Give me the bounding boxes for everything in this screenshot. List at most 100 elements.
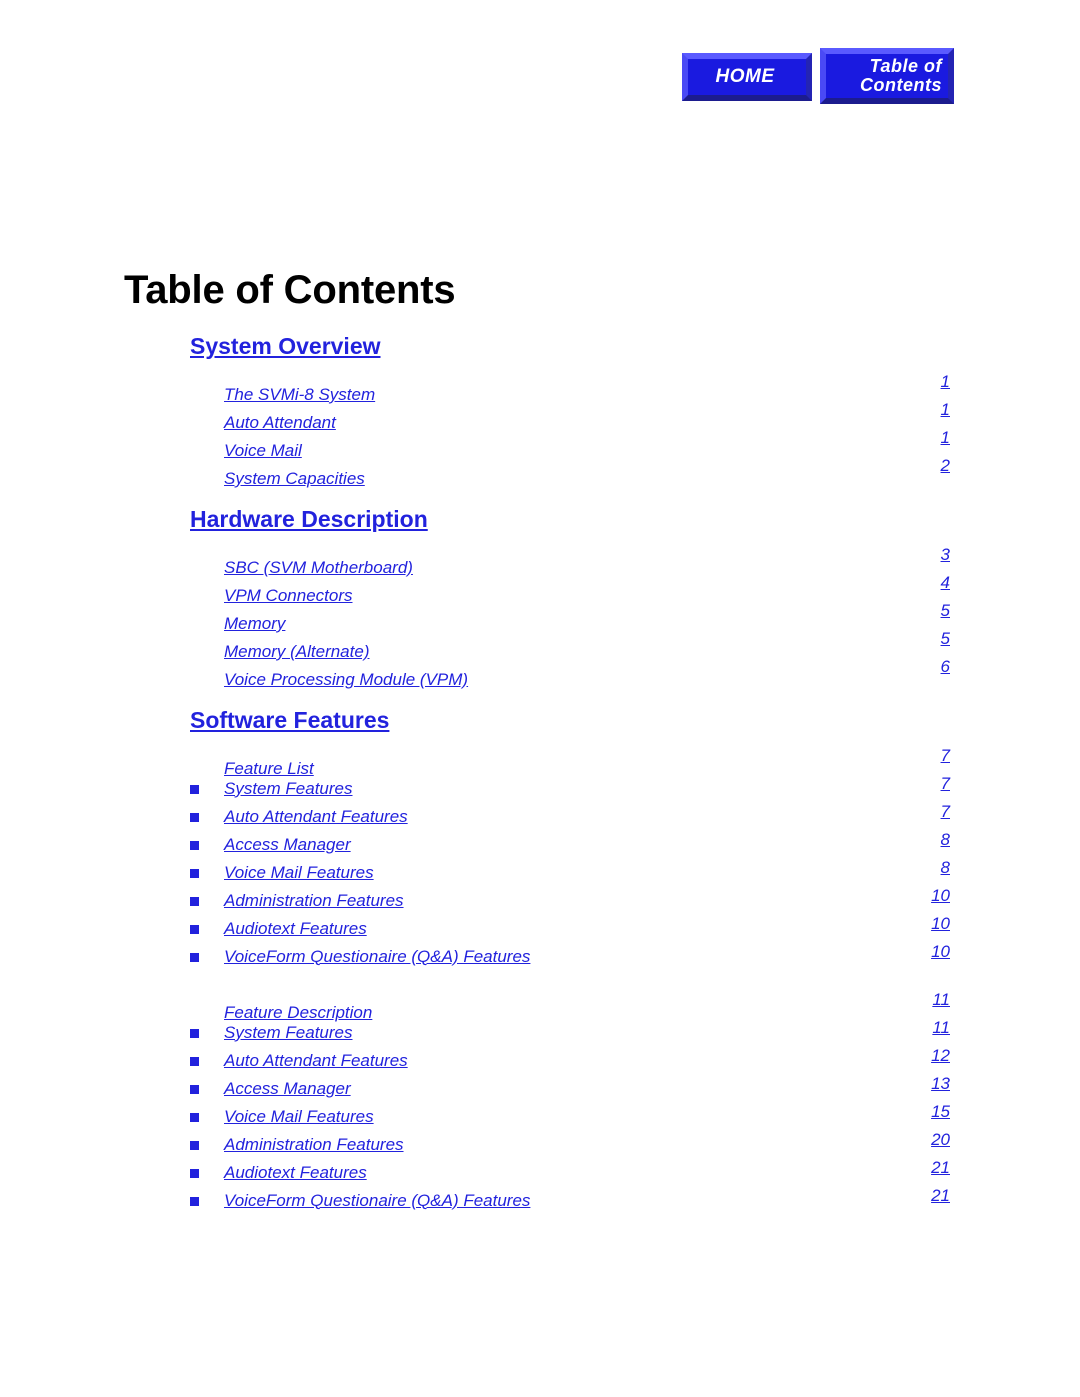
toc-page-number-cell: 7 bbox=[880, 802, 950, 822]
toc-entry-link[interactable]: Audiotext Features bbox=[224, 919, 367, 938]
toc-bullet-cell bbox=[190, 456, 224, 484]
toc-entry-row: Feature List 7 bbox=[190, 746, 950, 778]
toc-entry-link[interactable]: Administration Features bbox=[224, 891, 404, 910]
toc-page-number[interactable]: 12 bbox=[931, 1046, 950, 1065]
top-navigation-bar: HOME Table of Contents bbox=[682, 48, 962, 108]
square-bullet-icon bbox=[190, 1084, 199, 1094]
toc-page-number-cell: 10 bbox=[880, 886, 950, 906]
square-bullet-icon bbox=[190, 840, 199, 850]
toc-page-number[interactable]: 21 bbox=[931, 1186, 950, 1205]
toc-entry-row: Auto Attendant Features 12 bbox=[190, 1046, 950, 1074]
toc-entry-row: VoiceForm Questionaire (Q&A) Features 10 bbox=[190, 942, 950, 970]
toc-page-number-cell: 1 bbox=[880, 372, 950, 392]
toc-section-heading[interactable]: Hardware Description bbox=[190, 506, 428, 533]
toc-entry-label-cell: Voice Mail Features bbox=[224, 863, 950, 883]
table-of-contents-button[interactable]: Table of Contents bbox=[820, 48, 954, 104]
toc-entry-label-cell: System Capacities bbox=[224, 469, 950, 489]
toc-page-number[interactable]: 5 bbox=[941, 629, 950, 648]
toc-page-number[interactable]: 10 bbox=[931, 942, 950, 961]
toc-entry-link[interactable]: Audiotext Features bbox=[224, 1163, 367, 1182]
toc-page-number[interactable]: 11 bbox=[932, 1018, 950, 1037]
toc-entry-link[interactable]: Voice Mail Features bbox=[224, 1107, 374, 1126]
toc-entry-link[interactable]: Auto Attendant Features bbox=[224, 1051, 408, 1070]
toc-page-number[interactable]: 7 bbox=[941, 802, 950, 821]
toc-bullet-cell bbox=[190, 830, 224, 858]
toc-page-number[interactable]: 5 bbox=[941, 601, 950, 620]
toc-page-number[interactable]: 11 bbox=[932, 990, 950, 1009]
toc-entry-label-cell: System Features bbox=[224, 1023, 950, 1043]
toc-entry-link[interactable]: System Features bbox=[224, 779, 353, 798]
toc-page-number-cell: 13 bbox=[880, 1074, 950, 1094]
toc-page-number[interactable]: 7 bbox=[941, 774, 950, 793]
toc-page-number[interactable]: 1 bbox=[941, 400, 950, 419]
toc-button-label-line1: Table of bbox=[869, 55, 942, 76]
toc-page-number-cell: 4 bbox=[880, 573, 950, 593]
toc-page-number[interactable]: 10 bbox=[931, 914, 950, 933]
toc-entry-row: Administration Features 10 bbox=[190, 886, 950, 914]
home-button[interactable]: HOME bbox=[682, 53, 812, 101]
toc-page-number[interactable]: 10 bbox=[931, 886, 950, 905]
toc-entry-link[interactable]: Auto Attendant Features bbox=[224, 807, 408, 826]
toc-entry-link[interactable]: VoiceForm Questionaire (Q&A) Features bbox=[224, 1191, 530, 1210]
toc-entry-link[interactable]: Access Manager bbox=[224, 835, 351, 854]
toc-entry-link[interactable]: Voice Mail Features bbox=[224, 863, 374, 882]
toc-section-heading[interactable]: Software Features bbox=[190, 707, 389, 734]
toc-bullet-cell bbox=[190, 1102, 224, 1130]
toc-entry-link[interactable]: VoiceForm Questionaire (Q&A) Features bbox=[224, 947, 530, 966]
toc-entry-label-cell: Auto Attendant Features bbox=[224, 807, 950, 827]
toc-page-number-cell: 15 bbox=[880, 1102, 950, 1122]
toc-bullet-cell bbox=[190, 1018, 224, 1046]
toc-page-number[interactable]: 2 bbox=[941, 456, 950, 475]
toc-entry-row: Auto Attendant Features 7 bbox=[190, 802, 950, 830]
toc-bullet-cell bbox=[190, 400, 224, 428]
toc-page-number[interactable]: 20 bbox=[931, 1130, 950, 1149]
toc-entry-label-cell: System Features bbox=[224, 779, 950, 799]
toc-page-number-cell: 8 bbox=[880, 830, 950, 850]
toc-entry-row: Audiotext Features 21 bbox=[190, 1158, 950, 1186]
toc-page-number-cell: 21 bbox=[880, 1186, 950, 1206]
toc-page-number[interactable]: 15 bbox=[931, 1102, 950, 1121]
toc-entry-row: System Features 11 bbox=[190, 1018, 950, 1046]
toc-page-number[interactable]: 1 bbox=[941, 372, 950, 391]
toc-entry-link[interactable]: System Capacities bbox=[224, 469, 365, 488]
toc-entry-row: The SVMi-8 System 1 bbox=[190, 372, 950, 404]
toc-entry-row: Voice Mail 1 bbox=[190, 428, 950, 460]
toc-page-number[interactable]: 1 bbox=[941, 428, 950, 447]
toc-entry-row: System Features 7 bbox=[190, 774, 950, 802]
toc-bullet-cell bbox=[190, 886, 224, 914]
toc-page-number[interactable]: 6 bbox=[941, 657, 950, 676]
toc-bullet-cell bbox=[190, 372, 224, 400]
toc-bullet-cell bbox=[190, 657, 224, 685]
toc-section-heading[interactable]: System Overview bbox=[190, 333, 381, 360]
toc-entry-link[interactable]: Access Manager bbox=[224, 1079, 351, 1098]
toc-entry-link[interactable]: Voice Processing Module (VPM) bbox=[224, 670, 468, 689]
toc-bullet-cell bbox=[190, 545, 224, 573]
toc-entry-label-cell: Voice Processing Module (VPM) bbox=[224, 670, 950, 690]
toc-entry-link[interactable]: Administration Features bbox=[224, 1135, 404, 1154]
square-bullet-icon bbox=[190, 896, 199, 906]
toc-bullet-cell bbox=[190, 746, 224, 774]
toc-entry-row: Voice Mail Features 8 bbox=[190, 858, 950, 886]
toc-page-number[interactable]: 8 bbox=[941, 830, 950, 849]
toc-page-number[interactable]: 7 bbox=[941, 746, 950, 765]
toc-page-number[interactable]: 13 bbox=[931, 1074, 950, 1093]
toc-page-number-cell: 21 bbox=[880, 1158, 950, 1178]
toc-page-number-cell: 7 bbox=[880, 774, 950, 794]
square-bullet-icon bbox=[190, 1196, 199, 1206]
toc-page-number[interactable]: 21 bbox=[931, 1158, 950, 1177]
toc-page-number[interactable]: 3 bbox=[941, 545, 950, 564]
toc-page-number[interactable]: 4 bbox=[941, 573, 950, 592]
toc-entry-label-cell: Administration Features bbox=[224, 891, 950, 911]
toc-section: System Overview The SVMi-8 System 1 Auto At… bbox=[190, 333, 950, 488]
toc-page-number-cell: 12 bbox=[880, 1046, 950, 1066]
toc-page-number-cell: 11 bbox=[880, 990, 950, 1010]
toc-page-number[interactable]: 8 bbox=[941, 858, 950, 877]
toc-entry-row: VPM Connectors 4 bbox=[190, 573, 950, 605]
page-title: Table of Contents bbox=[124, 267, 456, 312]
toc-entry-label-cell: VoiceForm Questionaire (Q&A) Features bbox=[224, 947, 950, 967]
toc-bullet-cell bbox=[190, 573, 224, 601]
toc-entry-link[interactable]: System Features bbox=[224, 1023, 353, 1042]
table-of-contents-button-label: Table of Contents bbox=[826, 55, 948, 96]
square-bullet-icon bbox=[190, 784, 199, 794]
toc-page-number-cell: 2 bbox=[880, 456, 950, 476]
